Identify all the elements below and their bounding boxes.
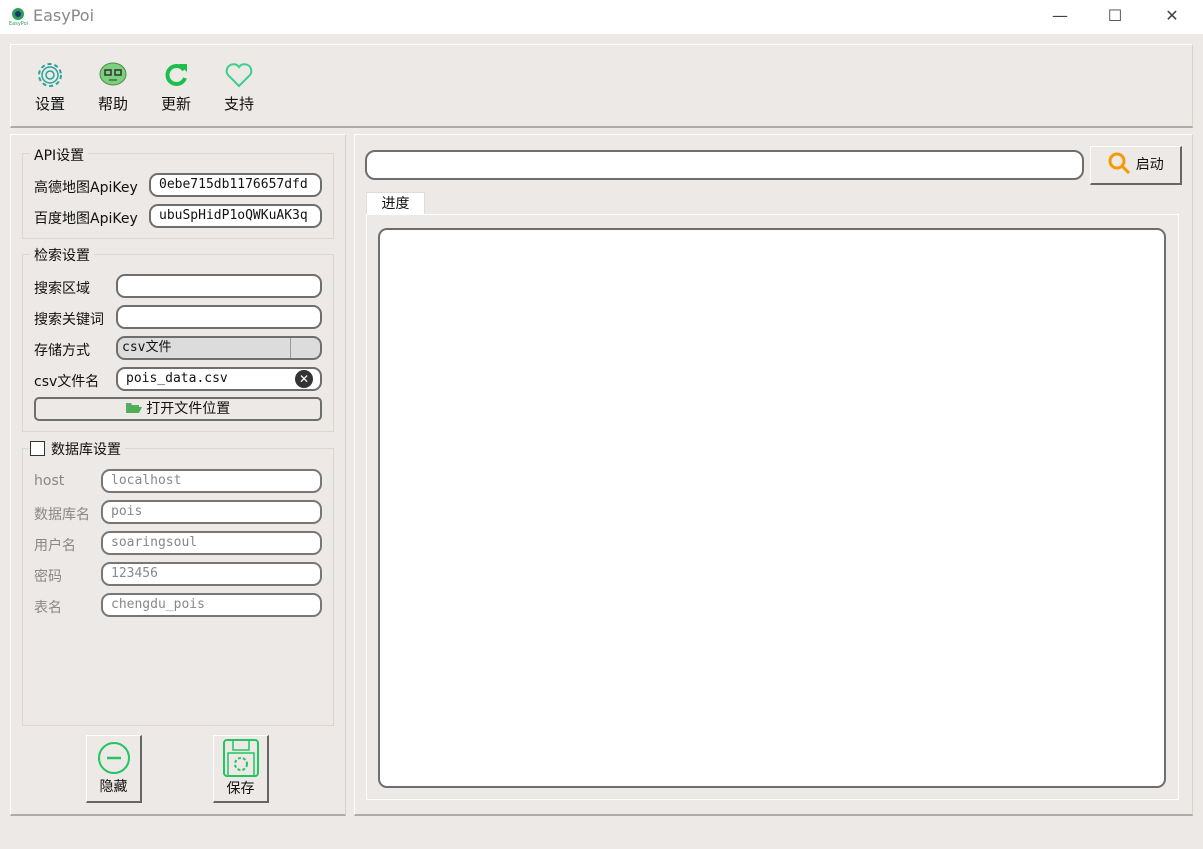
search-keyword-input[interactable] bbox=[116, 305, 322, 329]
save-label: 保存 bbox=[226, 781, 255, 797]
start-button[interactable]: 启动 bbox=[1090, 146, 1182, 185]
storage-select[interactable]: csv文件 bbox=[116, 336, 322, 360]
search-area-label: 搜索区域 bbox=[34, 281, 90, 297]
search-settings-title: 检索设置 bbox=[30, 245, 94, 265]
toolbar-settings-label: 设置 bbox=[34, 95, 65, 113]
search-keyword-label: 搜索关键词 bbox=[34, 312, 104, 328]
username-label: 用户名 bbox=[34, 538, 76, 554]
toolbar-support[interactable]: 支持 bbox=[214, 60, 264, 114]
minimize-button[interactable]: — bbox=[1040, 4, 1080, 28]
baidu-key-label: 百度地图ApiKey bbox=[34, 211, 138, 227]
url-input[interactable] bbox=[365, 150, 1084, 180]
floppy-gear-icon bbox=[222, 739, 259, 777]
title-bar: EasyPoi EasyPoi — ☐ ✕ bbox=[0, 0, 1203, 34]
gaode-key-label: 高德地图ApiKey bbox=[34, 180, 138, 196]
refresh-icon bbox=[165, 64, 187, 86]
tab-progress[interactable]: 进度 bbox=[366, 192, 425, 215]
heart-icon bbox=[225, 63, 253, 88]
help-face-icon bbox=[99, 62, 127, 86]
hide-label: 隐藏 bbox=[99, 779, 128, 795]
gear-icon bbox=[38, 63, 62, 87]
maximize-button[interactable]: ☐ bbox=[1095, 4, 1135, 28]
close-button[interactable]: ✕ bbox=[1152, 4, 1192, 28]
storage-label: 存储方式 bbox=[34, 343, 90, 359]
progress-log[interactable] bbox=[378, 228, 1166, 788]
username-input[interactable]: soaringsoul bbox=[101, 531, 322, 555]
toolbar-update[interactable]: 更新 bbox=[151, 60, 201, 114]
csv-filename-value: pois_data.csv bbox=[126, 371, 228, 386]
hide-button[interactable]: 隐藏 bbox=[86, 735, 142, 803]
folder-open-icon bbox=[125, 403, 142, 413]
db-settings-title-row: 数据库设置 bbox=[28, 439, 125, 459]
dbname-input[interactable]: pois bbox=[101, 500, 322, 524]
host-label: host bbox=[34, 473, 65, 489]
toolbar-settings[interactable]: 设置 bbox=[25, 60, 75, 114]
baidu-key-input[interactable]: ubuSpHidP1oQWKuAK3q bbox=[149, 204, 322, 228]
dbname-label: 数据库名 bbox=[34, 507, 90, 523]
clear-icon[interactable]: ✕ bbox=[295, 370, 313, 388]
toolbar-support-label: 支持 bbox=[223, 95, 254, 113]
db-settings-title: 数据库设置 bbox=[51, 442, 121, 458]
toolbar-update-label: 更新 bbox=[160, 95, 191, 113]
storage-select-value: csv文件 bbox=[122, 340, 172, 355]
csv-filename-input[interactable]: pois_data.csv bbox=[116, 367, 322, 391]
open-location-button[interactable]: 打开文件位置 bbox=[34, 397, 322, 421]
minus-circle-icon bbox=[97, 742, 130, 774]
table-input[interactable]: chengdu_pois bbox=[101, 593, 322, 617]
window-title: EasyPoi bbox=[33, 6, 95, 25]
table-label: 表名 bbox=[34, 600, 62, 616]
toolbar-help[interactable]: 帮助 bbox=[88, 60, 138, 114]
password-label: 密码 bbox=[34, 569, 62, 585]
gaode-key-input[interactable]: 0ebe715db1176657dfd bbox=[149, 173, 322, 197]
dropdown-divider bbox=[290, 338, 291, 358]
toolbar-help-label: 帮助 bbox=[97, 95, 128, 113]
save-button[interactable]: 保存 bbox=[213, 735, 269, 803]
search-area-input[interactable] bbox=[116, 274, 322, 298]
app-logo-icon: EasyPoi bbox=[9, 8, 28, 26]
open-location-label: 打开文件位置 bbox=[146, 401, 231, 417]
svg-text:EasyPoi: EasyPoi bbox=[9, 21, 28, 26]
search-icon bbox=[1108, 152, 1131, 175]
db-enable-checkbox[interactable] bbox=[30, 441, 45, 456]
password-input[interactable]: 123456 bbox=[101, 562, 322, 586]
api-settings-title: API设置 bbox=[30, 145, 89, 165]
csv-filename-label: csv文件名 bbox=[34, 374, 100, 390]
start-label: 启动 bbox=[1135, 157, 1164, 173]
host-input[interactable]: localhost bbox=[101, 469, 322, 493]
